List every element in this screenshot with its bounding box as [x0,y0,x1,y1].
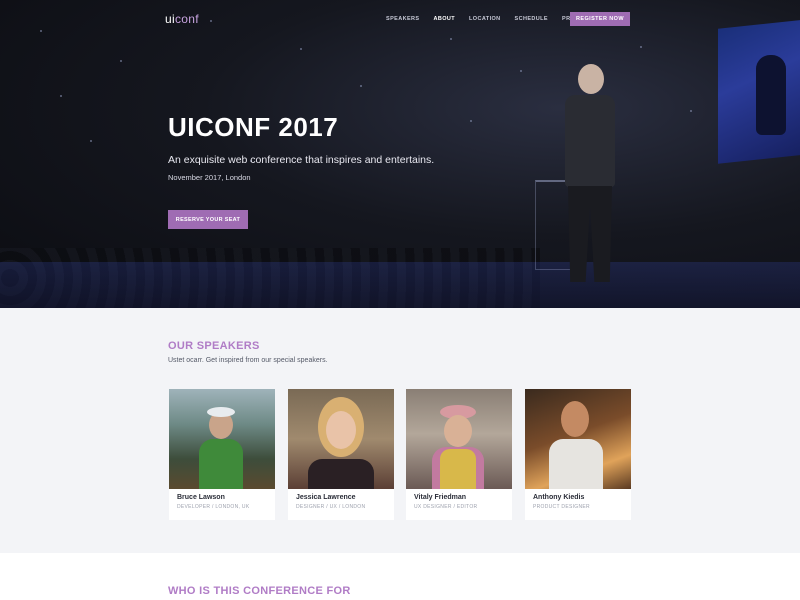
audience-heading: WHO IS THIS CONFERENCE FOR [168,585,351,597]
speaker-name: Vitaly Friedman [414,494,467,501]
speaker-role: UX DESIGNER / EDITOR [414,504,478,510]
speaker-name: Bruce Lawson [177,494,225,501]
event-date: November 2017, London [168,173,251,182]
reserve-seat-button[interactable]: RESERVE YOUR SEAT [168,210,248,229]
projection-speaker-image [756,55,786,135]
register-now-button[interactable]: REGISTER NOW [570,12,630,26]
speaker-role: PRODUCT DESIGNER [533,504,590,510]
speaker-photo [169,389,275,489]
nav-link-about[interactable]: ABOUT [433,16,455,22]
hero-title: UICONF 2017 [168,112,339,142]
speaker-card[interactable]: Vitaly Friedman UX DESIGNER / EDITOR [406,389,512,520]
nav-link-speakers[interactable]: SPEAKERS [386,16,419,22]
speaker-card[interactable]: Bruce Lawson DEVELOPER / LONDON, UK [169,389,275,520]
speaker-role: DESIGNER / UX / LONDON [296,504,366,510]
logo-suffix: conf [174,12,199,26]
speaker-photo [406,389,512,489]
site-logo[interactable]: uiconf [165,12,199,26]
speaker-figure-body [565,95,615,187]
speakers-subheading: Ustet ocarr. Get inspired from our speci… [168,357,328,364]
nav-link-location[interactable]: LOCATION [469,16,501,22]
speaker-role: DEVELOPER / LONDON, UK [177,504,250,510]
speaker-card[interactable]: Jessica Lawrence DESIGNER / UX / LONDON [288,389,394,520]
speaker-name: Jessica Lawrence [296,494,356,501]
stage-floor [0,262,800,308]
speakers-heading: OUR SPEAKERS [168,340,260,352]
speaker-photo [525,389,631,489]
logo-prefix: ui [165,12,175,26]
speakers-section [0,308,800,553]
nav-link-schedule[interactable]: SCHEDULE [515,16,548,22]
hero-tagline: An exquisite web conference that inspire… [168,154,435,166]
speaker-photo [288,389,394,489]
speaker-name: Anthony Kiedis [533,494,585,501]
speaker-card[interactable]: Anthony Kiedis PRODUCT DESIGNER [525,389,631,520]
speaker-figure-head [578,64,604,94]
